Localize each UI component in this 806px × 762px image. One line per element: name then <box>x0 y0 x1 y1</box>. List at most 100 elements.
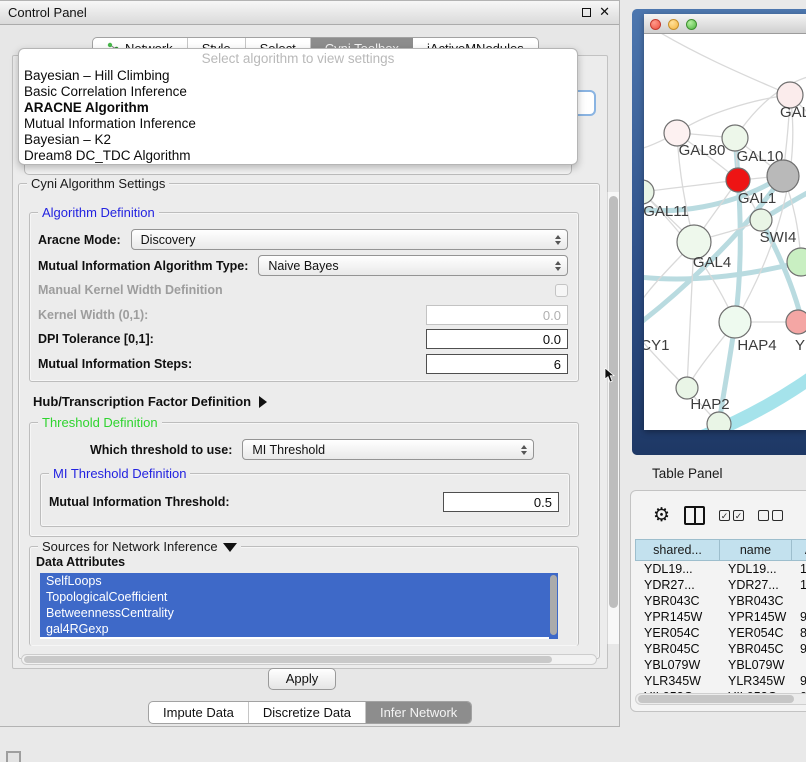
data-attributes-list[interactable]: SelfLoopsTopologicalCoefficientBetweenne… <box>40 573 558 639</box>
table-row[interactable]: YPR145WYPR145W9. <box>635 609 806 625</box>
network-graph-canvas[interactable]: GALGAL80GAL10GAL1GAL11GAL4SWI4GCY1HAP4YH… <box>644 34 806 430</box>
network-window-titlebar[interactable] <box>644 14 806 34</box>
kernel-width-row: Kernel Width (0,1): 0.0 <box>38 305 568 325</box>
sources-group-title: Sources for Network Inference <box>38 539 241 554</box>
window-grip-icon[interactable] <box>6 751 21 762</box>
table-cell: YBR045C <box>635 641 719 657</box>
mi-type-select[interactable]: Naive Bayes <box>258 255 568 276</box>
manual-kernel-checkbox[interactable] <box>555 284 568 297</box>
attribute-item[interactable]: SelfLoops <box>40 573 558 589</box>
stepper-icon <box>521 445 527 455</box>
collapse-down-icon[interactable] <box>223 543 237 552</box>
mi-type-row: Mutual Information Algorithm Type: Naive… <box>38 255 568 276</box>
attribute-item[interactable]: BetweennessCentrality <box>40 605 558 621</box>
algorithm-definition-group: Algorithm Definition Aracne Mode: Discov… <box>29 212 579 382</box>
attributes-scrollbar[interactable] <box>549 573 558 639</box>
mi-threshold-field[interactable]: 0.5 <box>443 492 559 512</box>
zoom-traffic-light-icon[interactable] <box>686 19 697 30</box>
select-all-icon[interactable]: ✓✓ <box>719 510 744 521</box>
network-edge[interactable] <box>654 34 790 95</box>
table-cell: 8. <box>791 625 806 641</box>
which-threshold-label: Which threshold to use: <box>90 443 232 457</box>
bottom-tab-discretize-data[interactable]: Discretize Data <box>249 702 366 723</box>
attribute-item[interactable]: gal4RGexp <box>40 621 558 637</box>
node-label-salmon-node: Y <box>795 337 805 354</box>
algorithm-option[interactable]: Dream8 DC_TDC Algorithm <box>19 148 577 164</box>
manual-kernel-row: Manual Kernel Width Definition <box>38 283 568 297</box>
sources-group: Sources for Network Inference Data Attri… <box>29 546 579 646</box>
table-toolbar: ⚙ ✓✓ <box>631 491 806 539</box>
algorithm-dropdown-list: Bayesian – Hill ClimbingBasic Correlatio… <box>19 68 577 164</box>
bottom-tab-infer-network[interactable]: Infer Network <box>366 702 471 723</box>
table-row[interactable]: YDR27...YDR27...12 <box>635 577 806 593</box>
table-cell: YBR045C <box>719 641 791 657</box>
table-header-cell[interactable]: name <box>719 539 791 561</box>
apply-button[interactable]: Apply <box>268 668 336 690</box>
algorithm-dropdown-popup: Select algorithm to view settings Bayesi… <box>18 48 578 165</box>
hub-definition-label: Hub/Transcription Factor Definition <box>33 394 251 409</box>
algorithm-option[interactable]: Basic Correlation Inference <box>19 84 577 100</box>
algorithm-option[interactable]: Bayesian – Hill Climbing <box>19 68 577 84</box>
which-threshold-select[interactable]: MI Threshold <box>242 439 534 460</box>
network-edge[interactable] <box>644 180 738 192</box>
deselect-all-icon[interactable] <box>758 510 783 521</box>
network-node-SWI4[interactable] <box>750 209 772 231</box>
network-node-GAL1[interactable] <box>726 168 750 192</box>
mi-steps-field[interactable]: 6 <box>426 354 568 374</box>
table-horizontal-scrollbar[interactable] <box>635 693 806 705</box>
close-traffic-light-icon[interactable] <box>650 19 661 30</box>
node-label-GAL11: GAL11 <box>644 203 689 220</box>
table-cell: YPR145W <box>635 609 719 625</box>
threshold-definition-group: Threshold Definition Which threshold to … <box>29 422 579 537</box>
table-header-cell[interactable]: A <box>791 539 806 561</box>
table-header-row: shared...nameA <box>635 539 806 561</box>
gear-icon[interactable]: ⚙ <box>653 506 670 525</box>
control-panel-titlebar[interactable]: Control Panel ✕ <box>0 1 619 25</box>
algorithm-option[interactable]: ARACNE Algorithm <box>19 100 577 116</box>
table-header-cell[interactable]: shared... <box>635 539 719 561</box>
mi-threshold-group: MI Threshold Definition Mutual Informati… <box>40 473 570 527</box>
network-node-HAP4[interactable] <box>719 306 751 338</box>
node-table[interactable]: shared...nameAYDL19...YDL19...13YDR27...… <box>635 539 806 705</box>
table-row[interactable]: YBR043CYBR043C <box>635 593 806 609</box>
network-node-GAL11[interactable] <box>644 180 654 204</box>
close-icon[interactable]: ✕ <box>599 4 610 20</box>
settings-vertical-scrollbar[interactable] <box>607 192 619 644</box>
table-row[interactable]: YBL079WYBL079W <box>635 657 806 673</box>
minimize-traffic-light-icon[interactable] <box>668 19 679 30</box>
disclosure-right-icon[interactable] <box>259 396 267 408</box>
network-node-gray-node[interactable] <box>767 160 799 192</box>
network-node-salmon-node[interactable] <box>786 310 806 334</box>
table-cell: YLR345W <box>635 673 719 689</box>
node-label-HAP4: HAP4 <box>737 337 776 354</box>
node-label-HAP2: HAP2 <box>690 396 729 413</box>
mouse-cursor <box>604 368 616 384</box>
hub-definition-row[interactable]: Hub/Transcription Factor Definition <box>33 394 589 409</box>
table-row[interactable]: YER054CYER054C8. <box>635 625 806 641</box>
settings-horizontal-scrollbar[interactable] <box>21 654 597 665</box>
table-hscroll-thumb[interactable] <box>638 695 794 703</box>
dpi-tolerance-field[interactable]: 0.0 <box>426 329 568 349</box>
table-row[interactable]: YDL19...YDL19...13 <box>635 561 806 577</box>
algorithm-dropdown-placeholder: Select algorithm to view settings <box>19 51 577 68</box>
vscroll-thumb[interactable] <box>609 196 618 608</box>
table-cell: YDR27... <box>635 577 719 593</box>
columns-icon[interactable] <box>684 506 705 525</box>
table-row[interactable]: YLR345WYLR345W9. <box>635 673 806 689</box>
algorithm-option[interactable]: Bayesian – K2 <box>19 132 577 148</box>
network-view-window: GALGAL80GAL10GAL1GAL11GAL4SWI4GCY1HAP4YH… <box>644 14 806 430</box>
kernel-width-field[interactable]: 0.0 <box>426 305 568 325</box>
control-panel-window: Control Panel ✕ NetworkStyleSelectCyni T… <box>0 0 620 727</box>
mi-threshold-label: Mutual Information Threshold: <box>49 495 230 509</box>
hscroll-thumb[interactable] <box>24 656 552 663</box>
algorithm-option[interactable]: Mutual Information Inference <box>19 116 577 132</box>
table-cell: 9. <box>791 673 806 689</box>
float-window-icon[interactable] <box>582 8 591 17</box>
table-cell <box>791 657 806 673</box>
network-node-green-big[interactable] <box>787 248 806 276</box>
attribute-item[interactable]: TopologicalCoefficient <box>40 589 558 605</box>
aracne-mode-select[interactable]: Discovery <box>131 229 568 250</box>
network-node-bottom-green[interactable] <box>707 412 731 430</box>
table-row[interactable]: YBR045CYBR045C9. <box>635 641 806 657</box>
bottom-tab-impute-data[interactable]: Impute Data <box>149 702 249 723</box>
